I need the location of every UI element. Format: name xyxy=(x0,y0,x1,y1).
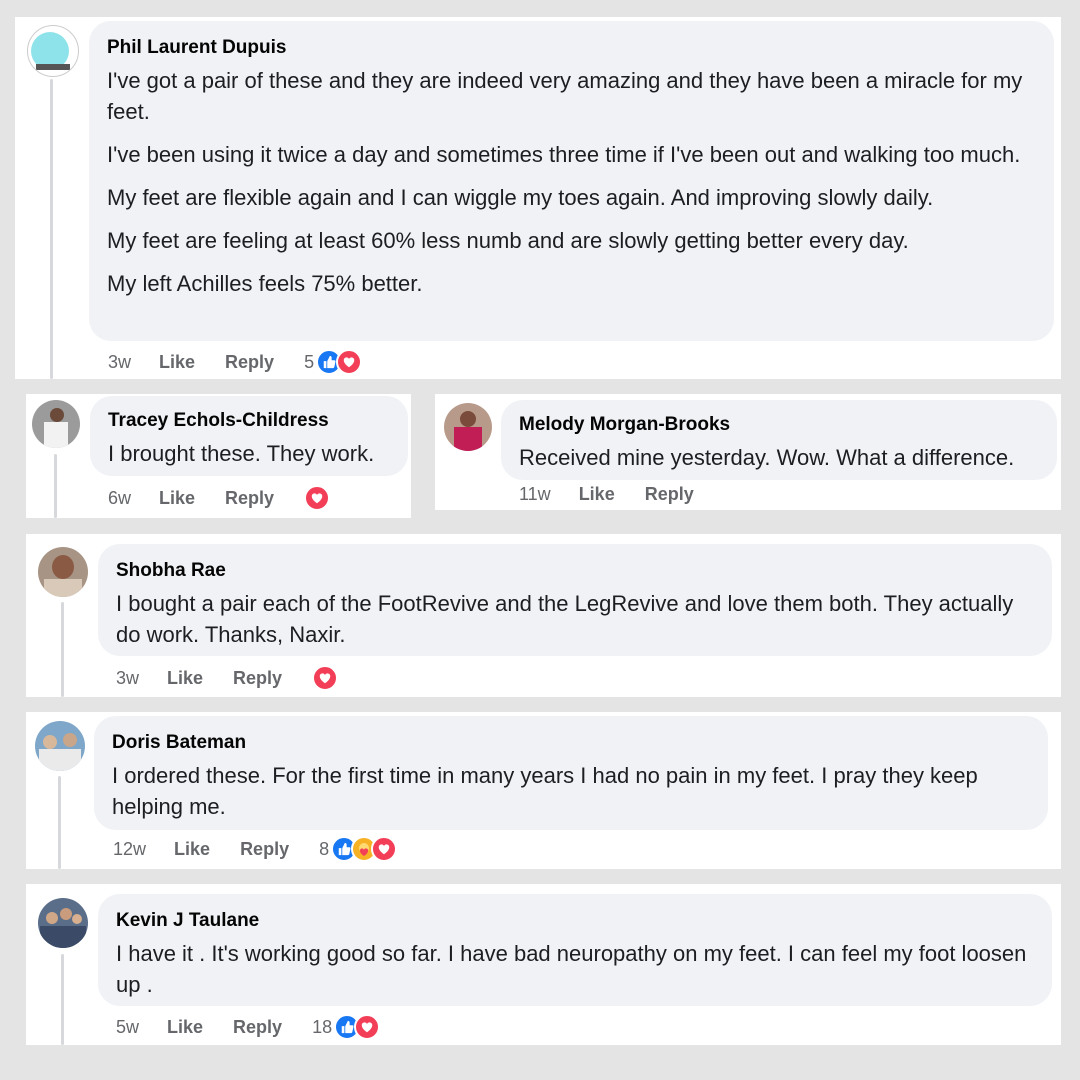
timestamp[interactable]: 12w xyxy=(113,839,146,860)
avatar[interactable] xyxy=(35,721,85,771)
comment-bubble: Shobha Rae I bought a pair each of the F… xyxy=(98,544,1052,656)
author-name[interactable]: Tracey Echols-Childress xyxy=(108,410,390,432)
love-icon xyxy=(354,1014,381,1040)
comment-bubble: Doris Bateman I ordered these. For the f… xyxy=(94,716,1048,830)
comment-text: Received mine yesterday. Wow. What a dif… xyxy=(519,445,1015,470)
avatar[interactable] xyxy=(27,25,79,77)
comment-card-1: Phil Laurent Dupuis I've got a pair of t… xyxy=(15,17,1061,379)
love-icon xyxy=(312,665,339,691)
comment-actions: 6w Like Reply xyxy=(108,483,331,513)
comment-text: My feet are feeling at least 60% less nu… xyxy=(107,228,909,253)
comment-actions: 5w Like Reply 18 xyxy=(116,1012,381,1042)
author-name[interactable]: Doris Bateman xyxy=(112,732,1030,754)
comment-bubble: Phil Laurent Dupuis I've got a pair of t… xyxy=(89,21,1054,341)
comment-actions: 3w Like Reply 5 xyxy=(108,347,363,377)
author-name[interactable]: Kevin J Taulane xyxy=(116,910,1034,932)
like-button[interactable]: Like xyxy=(159,488,195,509)
comment-actions: 3w Like Reply xyxy=(116,663,339,693)
reactions[interactable] xyxy=(312,665,339,691)
comment-text: My feet are flexible again and I can wig… xyxy=(107,185,934,210)
comment-card-2: Tracey Echols-Childress I brought these.… xyxy=(26,394,411,518)
like-button[interactable]: Like xyxy=(159,352,195,373)
reaction-count[interactable]: 18 xyxy=(312,1017,332,1038)
author-name[interactable]: Melody Morgan-Brooks xyxy=(519,414,1039,436)
reply-button[interactable]: Reply xyxy=(225,352,274,373)
comment-bubble: Melody Morgan-Brooks Received mine yeste… xyxy=(501,400,1057,480)
reactions[interactable] xyxy=(304,485,331,511)
comment-text: My left Achilles feels 75% better. xyxy=(107,271,423,296)
like-button[interactable]: Like xyxy=(174,839,210,860)
like-button[interactable]: Like xyxy=(579,484,615,505)
reaction-count[interactable]: 8 xyxy=(319,839,329,860)
comment-text: I have it . It's working good so far. I … xyxy=(116,941,1027,997)
comment-text: I bought a pair each of the FootRevive a… xyxy=(116,591,1014,647)
author-name[interactable]: Phil Laurent Dupuis xyxy=(107,37,1036,59)
love-icon xyxy=(371,836,398,862)
comment-text: I ordered these. For the first time in m… xyxy=(112,763,978,819)
avatar[interactable] xyxy=(38,547,88,597)
comment-text: I've got a pair of these and they are in… xyxy=(107,68,1023,124)
comment-text: I brought these. They work. xyxy=(108,441,375,466)
avatar[interactable] xyxy=(32,400,80,448)
comment-actions: 11w Like Reply xyxy=(519,479,724,509)
timestamp[interactable]: 6w xyxy=(108,488,131,509)
reply-button[interactable]: Reply xyxy=(240,839,289,860)
comment-card-5: Doris Bateman I ordered these. For the f… xyxy=(26,712,1061,869)
reactions[interactable] xyxy=(334,1014,381,1040)
like-button[interactable]: Like xyxy=(167,668,203,689)
reply-button[interactable]: Reply xyxy=(645,484,694,505)
comment-actions: 12w Like Reply 8 xyxy=(113,834,398,864)
author-name[interactable]: Shobha Rae xyxy=(116,560,1034,582)
reply-button[interactable]: Reply xyxy=(233,1017,282,1038)
comment-card-4: Shobha Rae I bought a pair each of the F… xyxy=(26,534,1061,697)
timestamp[interactable]: 3w xyxy=(116,668,139,689)
comment-card-6: Kevin J Taulane I have it . It's working… xyxy=(26,884,1061,1045)
love-icon xyxy=(304,485,331,511)
avatar[interactable] xyxy=(444,403,492,451)
comment-bubble: Kevin J Taulane I have it . It's working… xyxy=(98,894,1052,1006)
comment-card-3: Melody Morgan-Brooks Received mine yeste… xyxy=(435,394,1061,510)
reactions[interactable] xyxy=(316,349,363,375)
reactions[interactable] xyxy=(331,836,398,862)
timestamp[interactable]: 5w xyxy=(116,1017,139,1038)
reaction-count[interactable]: 5 xyxy=(304,352,314,373)
comment-bubble: Tracey Echols-Childress I brought these.… xyxy=(90,396,408,476)
timestamp[interactable]: 3w xyxy=(108,352,131,373)
reply-button[interactable]: Reply xyxy=(225,488,274,509)
avatar[interactable] xyxy=(38,898,88,948)
timestamp[interactable]: 11w xyxy=(519,484,551,505)
comment-text: I've been using it twice a day and somet… xyxy=(107,142,1021,167)
reply-button[interactable]: Reply xyxy=(233,668,282,689)
love-icon xyxy=(336,349,363,375)
like-button[interactable]: Like xyxy=(167,1017,203,1038)
